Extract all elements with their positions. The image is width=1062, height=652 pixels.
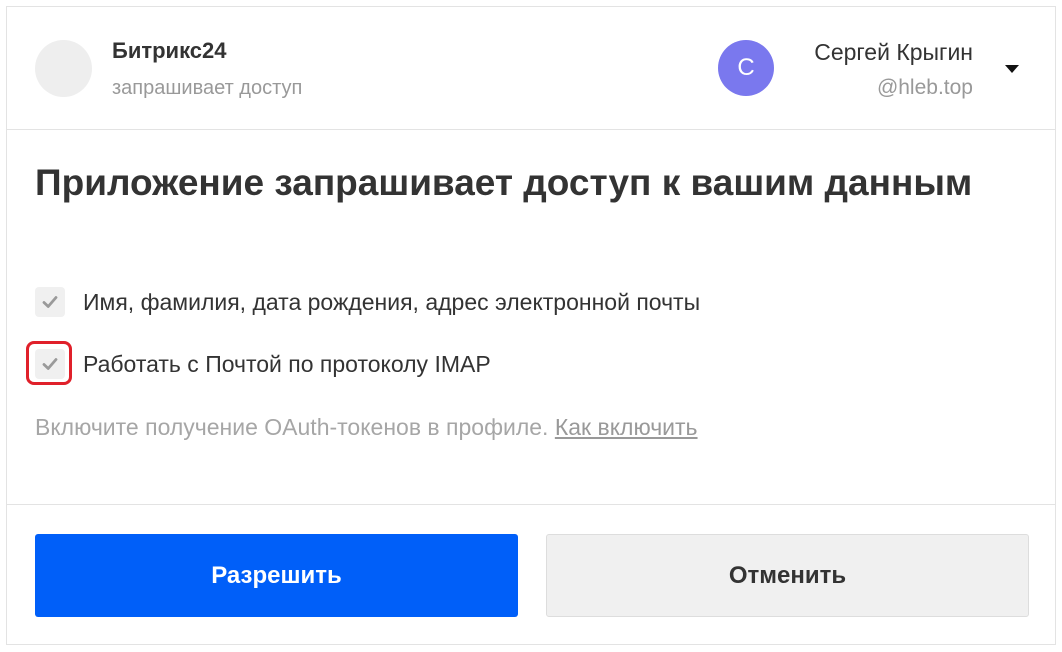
allow-button[interactable]: Разрешить <box>35 534 518 617</box>
oauth-note-text: Включите получение OAuth-токенов в профи… <box>35 414 549 440</box>
app-name: Битрикс24 <box>112 38 227 63</box>
app-subtitle: запрашивает доступ <box>112 77 303 99</box>
footer-divider <box>7 504 1055 505</box>
how-to-enable-link[interactable]: Как включить <box>555 414 698 440</box>
permission-label: Работать с Почтой по протоколу IMAP <box>83 350 491 377</box>
account-dropdown-button[interactable] <box>1002 59 1022 79</box>
avatar: С <box>718 40 774 96</box>
header: Битрикс24 запрашивает доступ С Сергей Кр… <box>7 7 1055 130</box>
highlight-box <box>26 341 72 385</box>
app-logo-icon <box>35 40 92 97</box>
permission-item[interactable]: Работать с Почтой по протоколу IMAP <box>35 348 491 380</box>
user-login: @hleb.top <box>876 76 973 99</box>
checkmark-icon <box>42 296 58 308</box>
oauth-consent-card: Битрикс24 запрашивает доступ С Сергей Кр… <box>6 6 1056 645</box>
permission-item[interactable]: Имя, фамилия, дата рождения, адрес элект… <box>35 286 700 318</box>
permission-checkbox[interactable] <box>35 287 65 317</box>
oauth-note: Включите получение OAuth-токенов в профи… <box>35 413 698 441</box>
page-title: Приложение запрашивает доступ к вашим да… <box>35 162 973 203</box>
cancel-button[interactable]: Отменить <box>546 534 1029 617</box>
caret-down-icon <box>1005 65 1019 73</box>
user-name: Сергей Крыгин <box>814 39 973 65</box>
permission-label: Имя, фамилия, дата рождения, адрес элект… <box>83 288 701 315</box>
